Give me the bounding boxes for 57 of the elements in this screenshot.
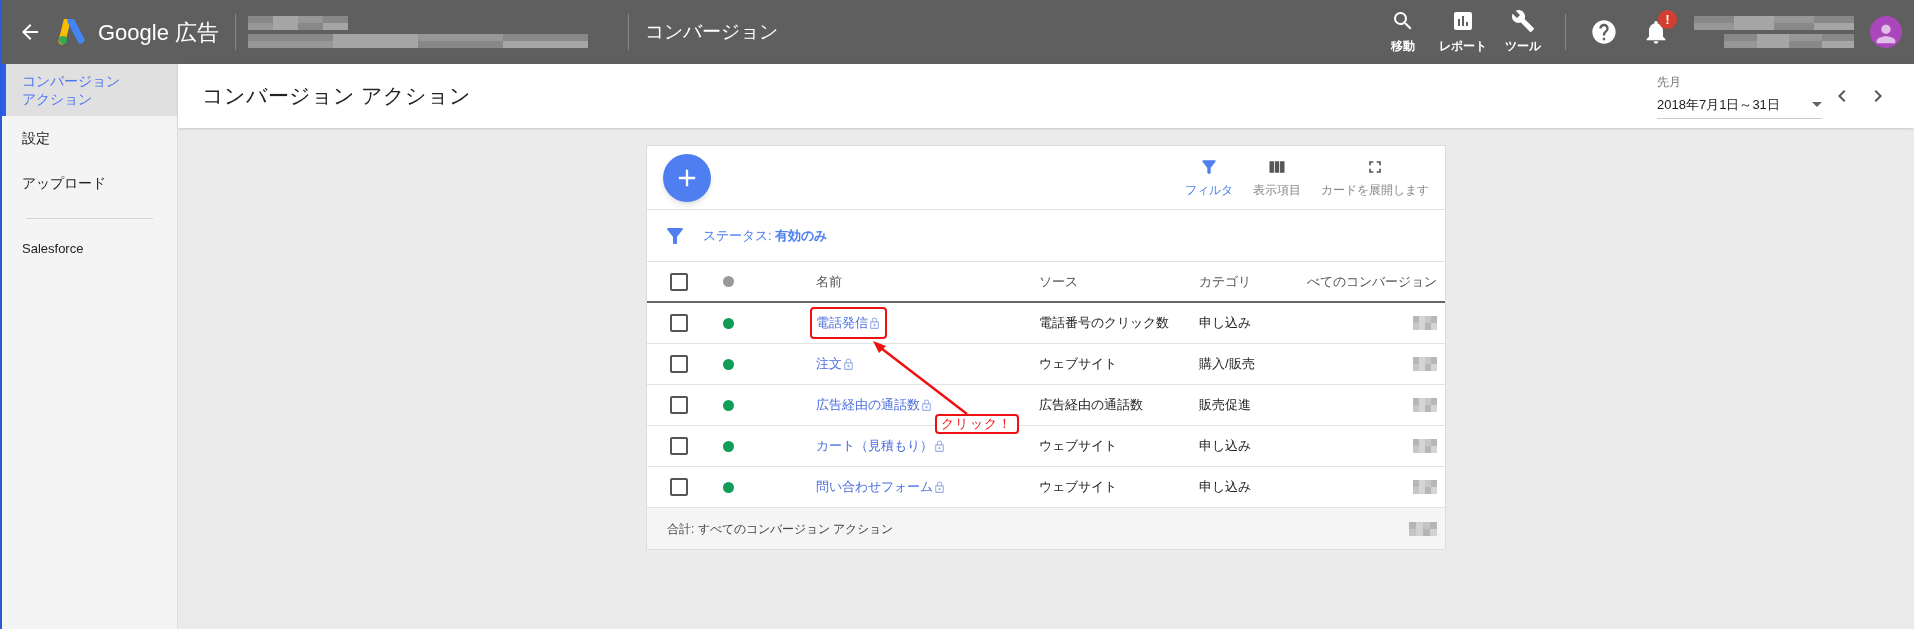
column-header[interactable]: 名前: [816, 271, 1039, 292]
help-icon[interactable]: [1590, 18, 1618, 46]
notification-badge: !: [1658, 10, 1677, 29]
category-cell-text: 申し込み: [1199, 478, 1251, 497]
column-header[interactable]: べてのコンバージョン: [1307, 271, 1437, 292]
logo-icon: [58, 19, 86, 45]
category-cell-text: 購入/販売: [1199, 355, 1255, 374]
bar-chart-icon: [1451, 9, 1475, 33]
row-checkbox[interactable]: [667, 352, 691, 376]
toolbar-button[interactable]: レポート: [1433, 9, 1493, 55]
sidebar-item[interactable]: Salesforce: [2, 231, 177, 267]
redacted-value: [1409, 521, 1437, 536]
category-cell-text: 申し込み: [1199, 437, 1251, 456]
sidebar-item[interactable]: アップロード: [2, 161, 177, 206]
wrench-icon: [1511, 9, 1535, 33]
conversion-link[interactable]: 広告経由の通話数: [816, 395, 920, 415]
category-cell-text: 申し込み: [1199, 314, 1251, 333]
row-checkbox[interactable]: [667, 434, 691, 458]
redacted-value: [1413, 316, 1437, 330]
totals-label: 合計: すべてのコンバージョン アクション: [667, 520, 893, 538]
source-cell-text: ウェブサイト: [1039, 355, 1118, 374]
date-preset: 先月: [1657, 73, 1682, 91]
redacted-value: [1413, 439, 1437, 453]
card-toolbar-button[interactable]: 表示項目: [1253, 156, 1301, 199]
source-cell-text: ウェブサイト: [1039, 437, 1118, 456]
conversion-link[interactable]: 電話発信: [816, 313, 868, 333]
date-range-picker[interactable]: 先月 2018年7月1日～31日: [1657, 72, 1822, 120]
section-title: コンバージョン: [645, 19, 779, 44]
source-cell-text: 広告経由の通話数: [1039, 396, 1144, 415]
toolbar-button[interactable]: 移動: [1373, 9, 1433, 55]
sidebar-item[interactable]: 設定: [2, 116, 177, 161]
redacted-value: [1413, 480, 1437, 494]
row-checkbox[interactable]: [667, 393, 691, 417]
column-header[interactable]: ソース: [1039, 271, 1199, 292]
redacted-value: [1413, 398, 1437, 412]
dropdown-icon: [1812, 102, 1822, 107]
redacted-value: [1413, 357, 1437, 371]
source-cell-text: ウェブサイト: [1039, 478, 1118, 497]
toolbar-button[interactable]: ツール: [1493, 9, 1553, 55]
category-cell-text: 販売促進: [1199, 396, 1251, 415]
conversion-link[interactable]: カート（見積もり）: [816, 436, 933, 456]
page-title: コンバージョン アクション: [202, 83, 471, 110]
card-toolbar-button[interactable]: カードを展開します: [1321, 156, 1429, 199]
row-checkbox[interactable]: [667, 311, 691, 335]
conversion-link[interactable]: 注文: [816, 354, 842, 374]
sidebar-item[interactable]: コンバージョンアクション: [2, 64, 177, 116]
filter-chip[interactable]: ステータス: 有効のみ: [703, 225, 828, 246]
date-range: 2018年7月1日～31日: [1657, 95, 1780, 114]
product-name: Google 広告: [98, 18, 220, 47]
column-header[interactable]: カテゴリ: [1199, 271, 1251, 292]
card-toolbar-button[interactable]: フィルタ: [1185, 156, 1233, 199]
avatar[interactable]: [1870, 16, 1902, 48]
annotation-callout: クリック！: [935, 414, 1019, 434]
row-checkbox[interactable]: [667, 475, 691, 499]
source-cell-text: 電話番号のクリック数: [1039, 314, 1170, 333]
conversion-link[interactable]: 問い合わせフォーム: [816, 477, 933, 497]
add-button[interactable]: [663, 153, 711, 202]
